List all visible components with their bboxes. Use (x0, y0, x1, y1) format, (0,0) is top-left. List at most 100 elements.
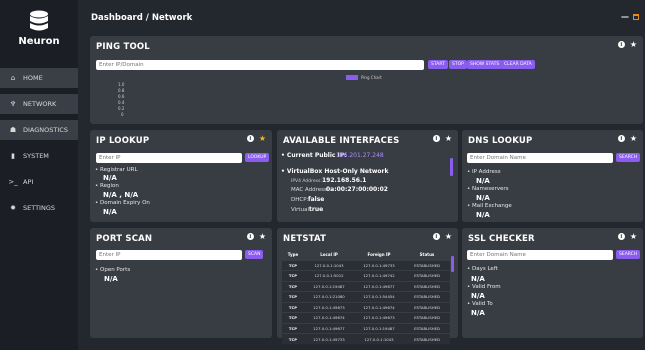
registrar-label: • Registrar URL (95, 167, 138, 173)
scan-button[interactable]: SCAN (245, 250, 264, 259)
clear-data-button[interactable]: CLEAR DATA (501, 60, 535, 69)
info-icon[interactable]: i (617, 41, 625, 48)
start-button[interactable]: START (428, 60, 448, 69)
sidebar-item-api[interactable]: >_ API (0, 172, 78, 192)
table-row: TCP 127.0.0.1:19487 127.0.0.1:49677 ESTA… (282, 280, 450, 292)
star-icon[interactable]: ★ (259, 233, 266, 241)
table-cell: TCP (282, 270, 304, 281)
sidebar-item-label: NETWORK (23, 100, 57, 108)
days-left-label: • Days Left (467, 266, 498, 272)
ping-target-input[interactable] (96, 60, 424, 70)
table-cell: ESTABLISHED (404, 280, 450, 292)
region-label: • Region (95, 183, 119, 189)
interface-name: • VirtualBox Host-Only Network (281, 168, 389, 175)
card-title: PORT SCAN (96, 234, 153, 244)
dns-domain-input[interactable] (467, 153, 613, 163)
minimize-icon[interactable]: — (621, 12, 629, 21)
valid-from-value: N/A (471, 292, 485, 300)
card-title: IP LOOKUP (96, 136, 150, 146)
table-cell: TCP (282, 301, 304, 313)
sidebar-item-home[interactable]: ⌂ HOME (0, 68, 78, 88)
ssl-search-button[interactable]: SEARCH (616, 250, 641, 259)
nameservers-label: • Nameservers (467, 186, 509, 192)
system-icon: ▮ (11, 152, 15, 160)
card-title: DNS LOOKUP (468, 136, 533, 146)
sidebar-item-network[interactable]: ♆ NETWORK (0, 94, 78, 114)
info-icon[interactable]: i (432, 135, 440, 142)
table-cell: 127.0.0.1:49673 (304, 301, 354, 313)
sidebar-item-diagnostics[interactable]: ☗ DIAGNOSTICS (0, 120, 78, 140)
app-logo: Neuron (0, 10, 78, 47)
stop-button[interactable]: STOP (449, 60, 467, 69)
maximize-icon[interactable] (633, 14, 639, 20)
y-tick-label: 0.6 (118, 94, 125, 99)
ssl-checker-card: SSL CHECKER i ★ (462, 228, 643, 338)
registrar-value: N/A (103, 174, 117, 182)
table-cell: 127.0.0.1:49674 (304, 312, 354, 323)
y-tick-label: 0.8 (118, 88, 125, 93)
sidebar-item-label: DIAGNOSTICS (23, 126, 68, 134)
days-left-value: N/A (471, 275, 485, 283)
gear-icon: ✹ (10, 204, 16, 212)
table-cell: ESTABLISHED (404, 322, 450, 334)
topbar: Dashboard / Network — (78, 0, 645, 32)
y-tick-label: 0.2 (118, 106, 125, 111)
star-icon[interactable]: ★ (445, 233, 452, 241)
netstat-table: Type Local IP Foreign IP Status TCP 127.… (282, 250, 450, 344)
netstat-scrollbar[interactable] (451, 256, 454, 272)
table-cell: TCP (282, 322, 304, 334)
sidebar-item-label: SYSTEM (23, 152, 49, 160)
ipv4-label: IPV4 Address: (291, 179, 322, 184)
table-row: TCP 127.0.0.1:49733 127.0.0.1:1043 ESTAB… (282, 333, 450, 344)
table-cell: ESTABLISHED (404, 259, 450, 271)
table-cell: 127.0.0.1:49674 (354, 301, 404, 313)
star-icon[interactable]: ★ (445, 135, 452, 143)
ip-address-label: • IP Address (467, 169, 501, 175)
sidebar-nav: ⌂ HOME ♆ NETWORK ☗ DIAGNOSTICS ▮ SYSTEM … (0, 68, 78, 224)
table-cell: 127.0.0.1:49677 (304, 322, 354, 334)
mac-label: MAC Address: (291, 187, 329, 193)
table-cell: TCP (282, 312, 304, 323)
ssl-domain-input[interactable] (467, 250, 613, 260)
legend-swatch (346, 75, 358, 80)
table-cell: 127.0.0.1:19487 (304, 280, 354, 292)
table-cell: 127.0.0.1:49742 (354, 270, 404, 281)
column-header: Foreign IP (367, 252, 391, 258)
card-actions: i ★ (432, 135, 452, 143)
dhcp-value: false (308, 196, 325, 203)
region-value: N/A , N/A (103, 191, 139, 199)
table-cell: 127.0.0.1:49733 (304, 333, 354, 344)
table-cell: ESTABLISHED (404, 291, 450, 302)
table-header-row: Type Local IP Foreign IP Status (282, 250, 450, 260)
sidebar: Neuron ⌂ HOME ♆ NETWORK ☗ DIAGNOSTICS ▮ … (0, 0, 78, 350)
info-icon[interactable]: i (246, 233, 254, 240)
star-icon[interactable]: ★ (630, 41, 637, 49)
show-stats-button[interactable]: SHOW STATS (467, 60, 503, 69)
card-title: PING TOOL (96, 42, 150, 52)
info-icon[interactable]: i (432, 233, 440, 240)
card-title: NETSTAT (283, 234, 327, 244)
star-icon[interactable]: ★ (630, 135, 637, 143)
sidebar-item-system[interactable]: ▮ SYSTEM (0, 146, 78, 166)
virtual-label: Virtual: (291, 207, 311, 213)
interfaces-scrollbar[interactable] (450, 158, 453, 176)
star-icon[interactable]: ★ (630, 233, 637, 241)
star-icon[interactable]: ★ (259, 135, 266, 143)
table-cell: TCP (282, 291, 304, 302)
app-window: Neuron ⌂ HOME ♆ NETWORK ☗ DIAGNOSTICS ▮ … (0, 0, 645, 350)
column-header: Type (287, 252, 299, 258)
dns-search-button[interactable]: SEARCH (616, 153, 641, 162)
card-title: SSL CHECKER (468, 234, 535, 244)
card-actions: i ★ (617, 233, 637, 241)
info-icon[interactable]: i (246, 135, 254, 142)
info-icon[interactable]: i (617, 233, 625, 240)
info-icon[interactable]: i (617, 135, 625, 142)
port-scan-ip-input[interactable] (96, 250, 242, 260)
sidebar-item-settings[interactable]: ✹ SETTINGS (0, 198, 78, 218)
lookup-button[interactable]: LOOKUP (245, 153, 270, 162)
table-cell: ESTABLISHED (404, 270, 450, 281)
table-cell: 127.0.0.1:49673 (354, 312, 404, 323)
open-ports-value: N/A (104, 275, 118, 283)
port-scan-card: PORT SCAN i ★ (90, 228, 272, 338)
ip-input[interactable] (96, 153, 242, 163)
